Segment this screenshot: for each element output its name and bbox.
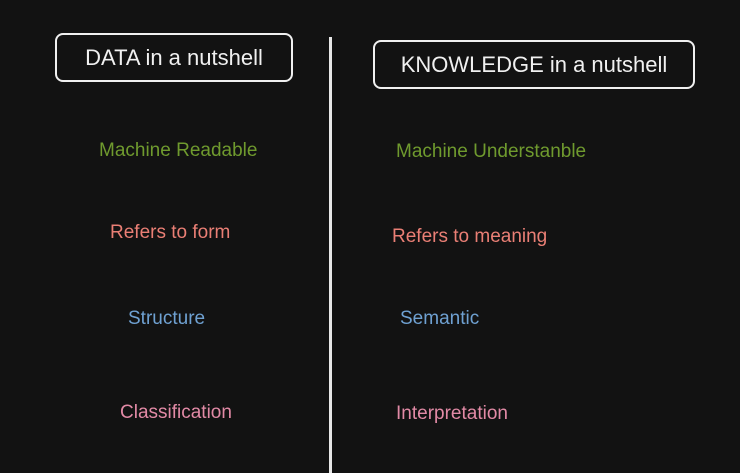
data-title-text: DATA in a nutshell	[85, 44, 263, 70]
center-divider	[329, 37, 332, 473]
data-item-structure: Structure	[128, 308, 206, 329]
data-item-refers-to-form: Refers to form	[110, 222, 231, 243]
knowledge-title-box: KNOWLEDGE in a nutshell	[373, 40, 695, 89]
knowledge-item-refers-to-meaning: Refers to meaning	[392, 226, 548, 247]
knowledge-item-machine-understanble: Machine Understanble	[396, 141, 587, 162]
knowledge-item-semantic: Semantic	[400, 308, 480, 329]
knowledge-title-text: KNOWLEDGE in a nutshell	[400, 51, 668, 77]
data-title-box: DATA in a nutshell	[55, 33, 293, 82]
data-item-machine-readable: Machine Readable	[99, 140, 258, 161]
data-item-classification: Classification	[120, 402, 232, 423]
knowledge-item-interpretation: Interpretation	[396, 403, 508, 424]
